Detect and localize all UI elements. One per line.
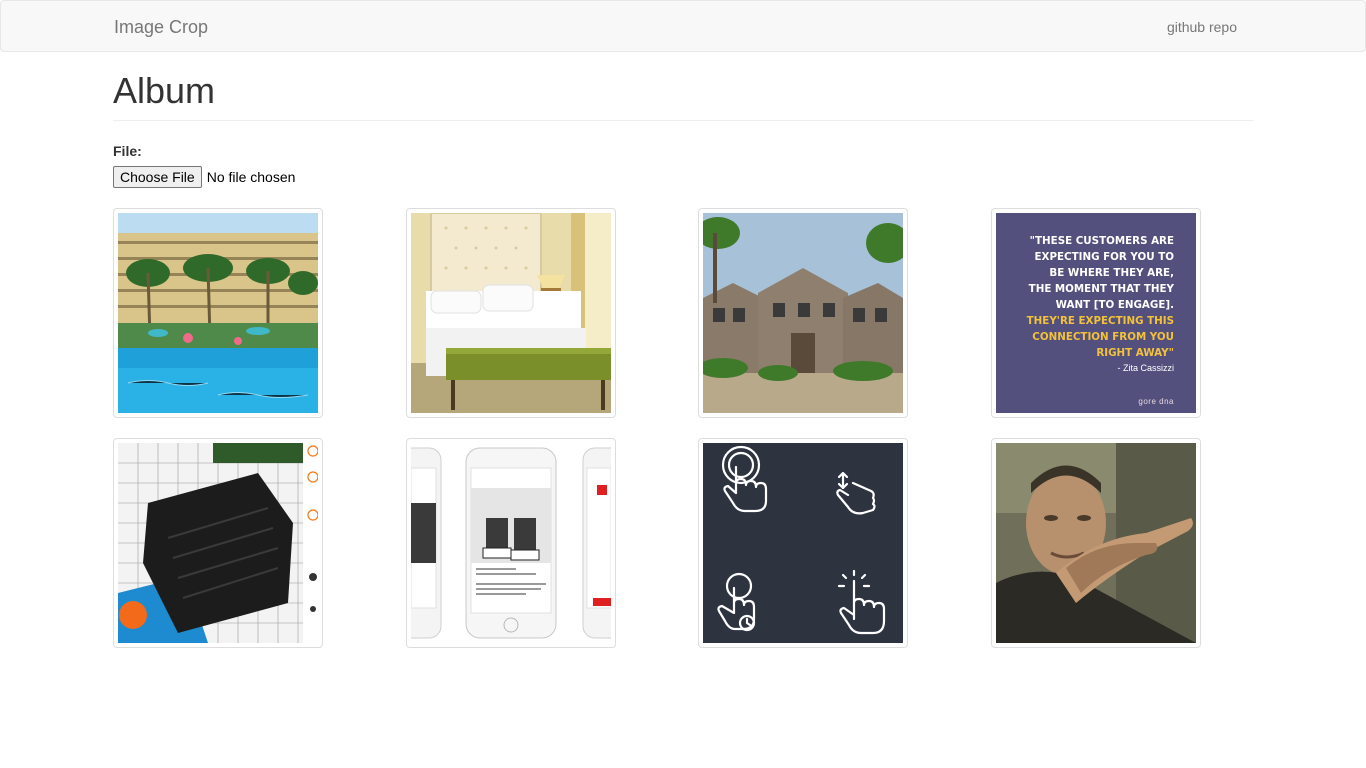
building-exterior-image (703, 213, 903, 413)
album-thumbnail-pointing-man[interactable] (991, 438, 1201, 648)
navbar-brand[interactable]: Image Crop (114, 16, 208, 38)
quote-text: "These customers are expecting for you t… (1024, 233, 1174, 361)
gesture-icons-image (703, 443, 903, 643)
navbar: Image Crop github repo (0, 0, 1366, 52)
hotel-pool-image (118, 213, 318, 413)
pointing-man-image (996, 443, 1196, 643)
album-thumbnail-hotel-pool[interactable] (113, 208, 323, 418)
isometric-bag-image (118, 443, 318, 643)
album-thumbnail-quote[interactable]: "These customers are expecting for you t… (991, 208, 1201, 418)
album-thumbnail-phone-mockups[interactable] (406, 438, 616, 648)
page-title: Album (113, 70, 216, 111)
quote-line-1: "These customers are expecting for you t… (1028, 235, 1174, 311)
quote-line-2: They're expecting this connection from y… (1026, 315, 1174, 359)
album-thumbnail-isometric-bag[interactable] (113, 438, 323, 648)
quote-author: - Zita Cassizzi (1117, 363, 1174, 373)
phone-mockups-image (411, 443, 611, 643)
file-input[interactable]: Choose File No file chosen (113, 166, 295, 188)
hotel-bedroom-image (411, 213, 611, 413)
album-thumbnail-hotel-bedroom[interactable] (406, 208, 616, 418)
title-divider (113, 120, 1253, 121)
choose-file-button[interactable]: Choose File (113, 166, 202, 188)
album-thumbnail-gestures[interactable] (698, 438, 908, 648)
album-thumbnail-building[interactable] (698, 208, 908, 418)
quote-logo: gore dna (1138, 397, 1174, 406)
file-label: File: (113, 143, 142, 159)
github-repo-link[interactable]: github repo (1167, 18, 1237, 36)
file-status: No file chosen (206, 169, 296, 185)
